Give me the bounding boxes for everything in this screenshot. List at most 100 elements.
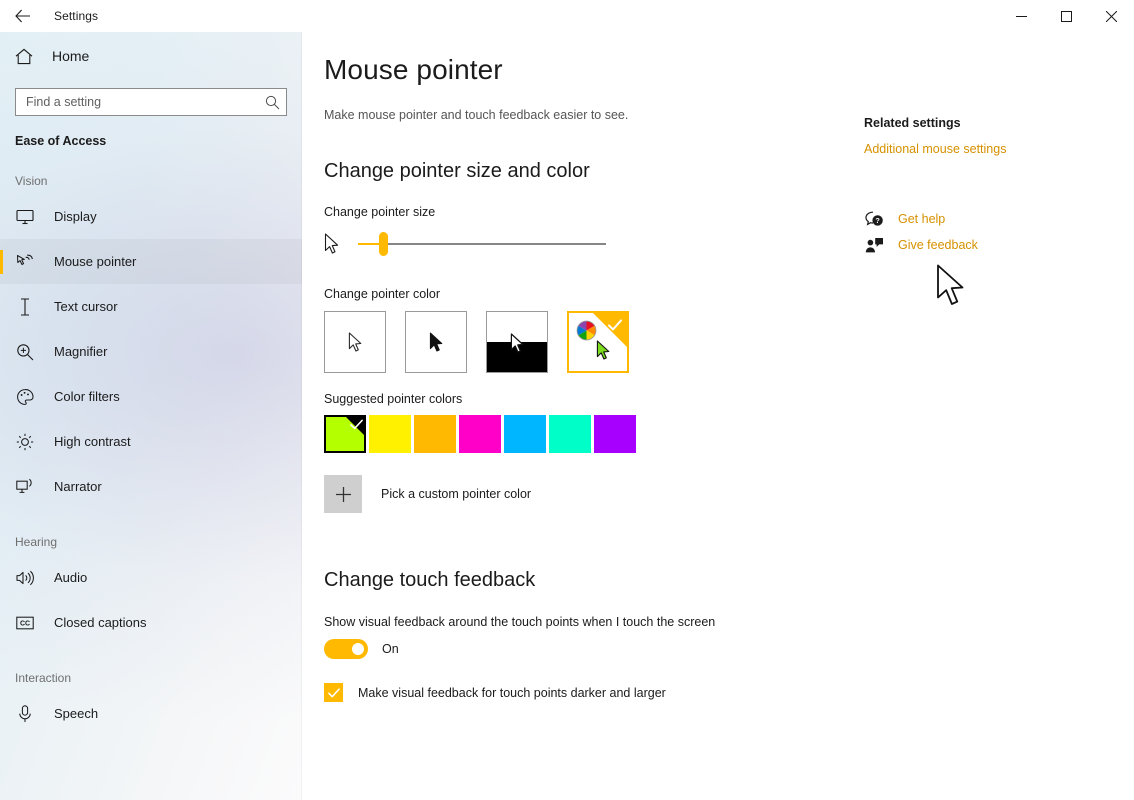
custom-color-label: Pick a custom pointer color: [381, 487, 532, 502]
window-body: Home Ease of Access Vision: [0, 32, 1134, 800]
back-button[interactable]: [0, 0, 46, 32]
section-heading-touch: Change touch feedback: [324, 569, 536, 592]
pointer-option-black[interactable]: [405, 311, 467, 374]
sidebar-item-label: Narrator: [54, 479, 102, 494]
touch-darker-checkbox-row[interactable]: Make visual feedback for touch points da…: [324, 683, 869, 703]
sidebar-item-narrator[interactable]: Narrator: [0, 464, 302, 509]
pointer-small-icon: [324, 233, 350, 255]
touch-feedback-description: Show visual feedback around the touch po…: [324, 615, 716, 630]
microphone-icon: [15, 704, 35, 724]
sidebar-item-label: Speech: [54, 706, 99, 721]
black-pointer-icon: [429, 332, 444, 353]
sidebar-item-label: Audio: [54, 570, 88, 585]
pointer-size-slider[interactable]: [358, 228, 606, 260]
suggested-colors-label: Suggested pointer colors: [324, 392, 463, 407]
pointer-size-label: Change pointer size: [324, 205, 436, 220]
swatch-violet[interactable]: [594, 415, 636, 454]
search-box[interactable]: [15, 88, 287, 116]
touch-darker-checkbox[interactable]: [324, 683, 343, 703]
sidebar-item-mouse-pointer[interactable]: Mouse pointer: [0, 239, 302, 284]
sidebar-item-closed-captions[interactable]: CC Closed captions: [0, 600, 302, 645]
home-icon: [14, 48, 34, 65]
maximize-icon: [1061, 10, 1072, 22]
search-container: [0, 76, 302, 116]
slider-thumb[interactable]: [379, 232, 388, 257]
feedback-person-icon: [864, 237, 884, 254]
green-pointer-icon: [596, 340, 611, 366]
sidebar-item-high-contrast[interactable]: High contrast: [0, 419, 302, 464]
give-feedback-row[interactable]: Give feedback: [864, 232, 1114, 258]
sidebar-category: Ease of Access: [15, 134, 107, 148]
swatch-yellow[interactable]: [369, 415, 411, 454]
pick-custom-color-button[interactable]: [324, 475, 362, 514]
touch-feedback-toggle-row: On: [324, 639, 869, 660]
window-controls: [999, 0, 1134, 32]
home-label: Home: [52, 48, 90, 64]
additional-mouse-settings-link[interactable]: Additional mouse settings: [864, 142, 1114, 156]
pointer-option-inverted[interactable]: [486, 311, 548, 374]
get-help-label[interactable]: Get help: [898, 212, 945, 226]
settings-window: Settings Home Find a setting Ease of Acc…: [0, 0, 1134, 800]
sidebar-item-display[interactable]: Display: [0, 194, 302, 239]
sidebar-item-label: Color filters: [54, 389, 120, 404]
palette-icon: [15, 387, 35, 407]
svg-text:CC: CC: [20, 620, 30, 627]
related-settings-rail: Related settings Additional mouse settin…: [864, 54, 1114, 258]
sidebar-item-label: Magnifier: [54, 344, 108, 359]
sidebar-item-label: High contrast: [54, 434, 131, 449]
sidebar-item-magnifier[interactable]: Magnifier: [0, 329, 302, 374]
touch-feedback-toggle[interactable]: [324, 639, 368, 660]
speaker-icon: [15, 568, 35, 588]
swatch-sky-blue[interactable]: [504, 415, 546, 454]
pointer-option-white[interactable]: [324, 311, 386, 374]
swatch-magenta[interactable]: [459, 415, 501, 454]
sidebar-group-hearing-label: Hearing: [15, 535, 58, 549]
sidebar-item-audio[interactable]: Audio: [0, 555, 302, 600]
sidebar-item-text-cursor[interactable]: Text cursor: [0, 284, 302, 329]
checkmark-icon: [327, 688, 340, 698]
section-heading-pointer: Change pointer size and color: [324, 160, 590, 183]
checkmark-icon: [350, 419, 363, 430]
swatch-turquoise[interactable]: [549, 415, 591, 454]
close-button[interactable]: [1089, 0, 1134, 32]
search-input[interactable]: [26, 95, 265, 109]
related-settings-heading: Related settings: [864, 116, 961, 130]
minimize-button[interactable]: [999, 0, 1044, 32]
plus-icon: [335, 486, 351, 502]
pointer-option-custom-color[interactable]: [567, 311, 629, 374]
monitor-icon: [15, 207, 35, 227]
white-pointer-icon: [348, 332, 363, 353]
swatch-green-yellow[interactable]: [324, 415, 366, 454]
sidebar-item-label: Closed captions: [54, 615, 147, 630]
swatch-amber[interactable]: [414, 415, 456, 454]
sidebar-group-vision-label: Vision: [15, 174, 48, 188]
slider-track-rest: [382, 243, 606, 246]
title-bar-left: Settings: [0, 0, 302, 32]
inverted-pointer-icon: [510, 333, 525, 354]
title-bar: Settings: [0, 0, 1134, 32]
color-wheel-icon: [576, 320, 597, 346]
brightness-icon: [15, 432, 35, 452]
title-bar-drag-region: [302, 0, 999, 32]
main-content: Mouse pointer Make mouse pointer and tou…: [302, 32, 1134, 800]
settings-column: Mouse pointer Make mouse pointer and tou…: [324, 54, 869, 703]
toggle-knob: [352, 643, 364, 656]
search-icon: [265, 95, 280, 110]
close-icon: [1106, 10, 1117, 22]
custom-color-row: Pick a custom pointer color: [324, 475, 869, 514]
sidebar-item-home[interactable]: Home: [0, 36, 302, 76]
checkmark-icon: [608, 319, 622, 331]
help-links: ? Get help Give feedback: [864, 206, 1114, 258]
sidebar-item-speech[interactable]: Speech: [0, 691, 302, 736]
suggested-color-swatches: [324, 415, 869, 454]
get-help-row[interactable]: ? Get help: [864, 206, 1114, 232]
maximize-button[interactable]: [1044, 0, 1089, 32]
sidebar: Home Ease of Access Vision: [0, 32, 302, 800]
sidebar-item-label: Text cursor: [54, 299, 118, 314]
sidebar-item-label: Display: [54, 209, 97, 224]
give-feedback-label[interactable]: Give feedback: [898, 238, 978, 252]
back-arrow-icon: [15, 9, 30, 23]
sidebar-item-color-filters[interactable]: Color filters: [0, 374, 302, 419]
help-chat-icon: ?: [864, 211, 884, 228]
pointer-size-row: [324, 223, 869, 265]
